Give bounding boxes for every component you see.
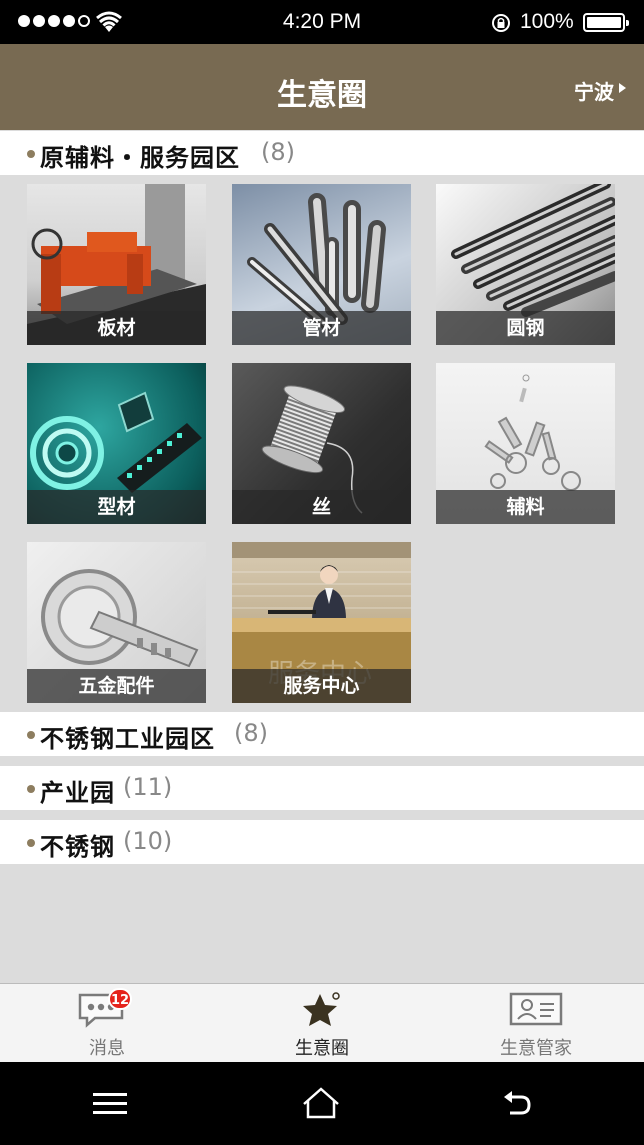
battery-icon <box>583 13 629 32</box>
back-icon[interactable] <box>502 1088 532 1118</box>
tile-label: 管材 <box>232 311 411 345</box>
tile-label: 型材 <box>27 490 206 524</box>
bullet-icon <box>27 839 35 847</box>
city-arrow-icon[interactable] <box>619 83 626 93</box>
tab-label: 生意管家 <box>500 1038 572 1059</box>
tile-label: 五金配件 <box>27 669 206 703</box>
status-bar: 4:20 PM 100% <box>0 0 644 44</box>
header: 生意圈 宁波 <box>0 44 644 130</box>
tab-bar: 12 消息 生意圈 生意管家 <box>0 983 644 1062</box>
section-count: (8) <box>234 719 268 747</box>
tile-label: 服务中心 <box>232 669 411 703</box>
tile-label: 丝 <box>232 490 411 524</box>
tile-hardware[interactable]: 五金配件 <box>27 542 206 703</box>
section-header-stainless-steel[interactable]: 不锈钢 (10) <box>0 820 644 864</box>
unread-badge: 12 <box>108 988 132 1010</box>
tile-service-center[interactable]: 服务中心 服务中心 <box>232 542 411 703</box>
city-selector[interactable]: 宁波 <box>574 76 614 105</box>
home-icon[interactable] <box>302 1086 340 1120</box>
section-header-raw-materials[interactable]: 原辅料・服务园区 (8) <box>0 131 644 175</box>
tab-messages[interactable]: 12 消息 <box>0 984 214 1063</box>
tile-pipes[interactable]: 管材 <box>232 184 411 345</box>
section-title: 不锈钢 <box>40 833 115 861</box>
tile-label: 圆钢 <box>436 311 615 345</box>
tile-profiles[interactable]: 型材 <box>27 363 206 524</box>
bullet-icon <box>27 150 35 158</box>
tile-label: 辅料 <box>436 490 615 524</box>
star-icon <box>303 992 340 1026</box>
bullet-icon <box>27 785 35 793</box>
business-card-icon <box>509 992 563 1026</box>
page-title: 生意圈 <box>277 78 367 113</box>
section-count: (11) <box>123 773 173 801</box>
tab-label: 生意圈 <box>295 1038 349 1059</box>
section-title: 不锈钢工业园区 <box>40 725 215 753</box>
tab-label: 消息 <box>89 1038 125 1059</box>
battery-percentage: 100% <box>520 10 574 33</box>
section-count: (8) <box>261 138 295 166</box>
tab-business-circle[interactable]: 生意圈 <box>215 984 429 1063</box>
bullet-icon <box>27 731 35 739</box>
system-navigation-bar <box>0 1062 644 1145</box>
tile-round-steel[interactable]: 圆钢 <box>436 184 615 345</box>
tab-business-manager[interactable]: 生意管家 <box>429 984 643 1063</box>
tile-label: 板材 <box>27 311 206 345</box>
section-header-stainless-industrial-park[interactable]: 不锈钢工业园区 (8) <box>0 712 644 756</box>
section-header-industrial-park[interactable]: 产业园 (11) <box>0 766 644 810</box>
tile-accessories[interactable]: 辅料 <box>436 363 615 524</box>
rotation-lock-icon <box>492 14 510 32</box>
section-count: (10) <box>123 827 173 855</box>
tile-plate[interactable]: 板材 <box>27 184 206 345</box>
section-title: 原辅料・服务园区 <box>40 144 240 172</box>
section-title: 产业园 <box>40 779 115 807</box>
menu-icon[interactable] <box>93 1092 127 1116</box>
tile-wire[interactable]: 丝 <box>232 363 411 524</box>
